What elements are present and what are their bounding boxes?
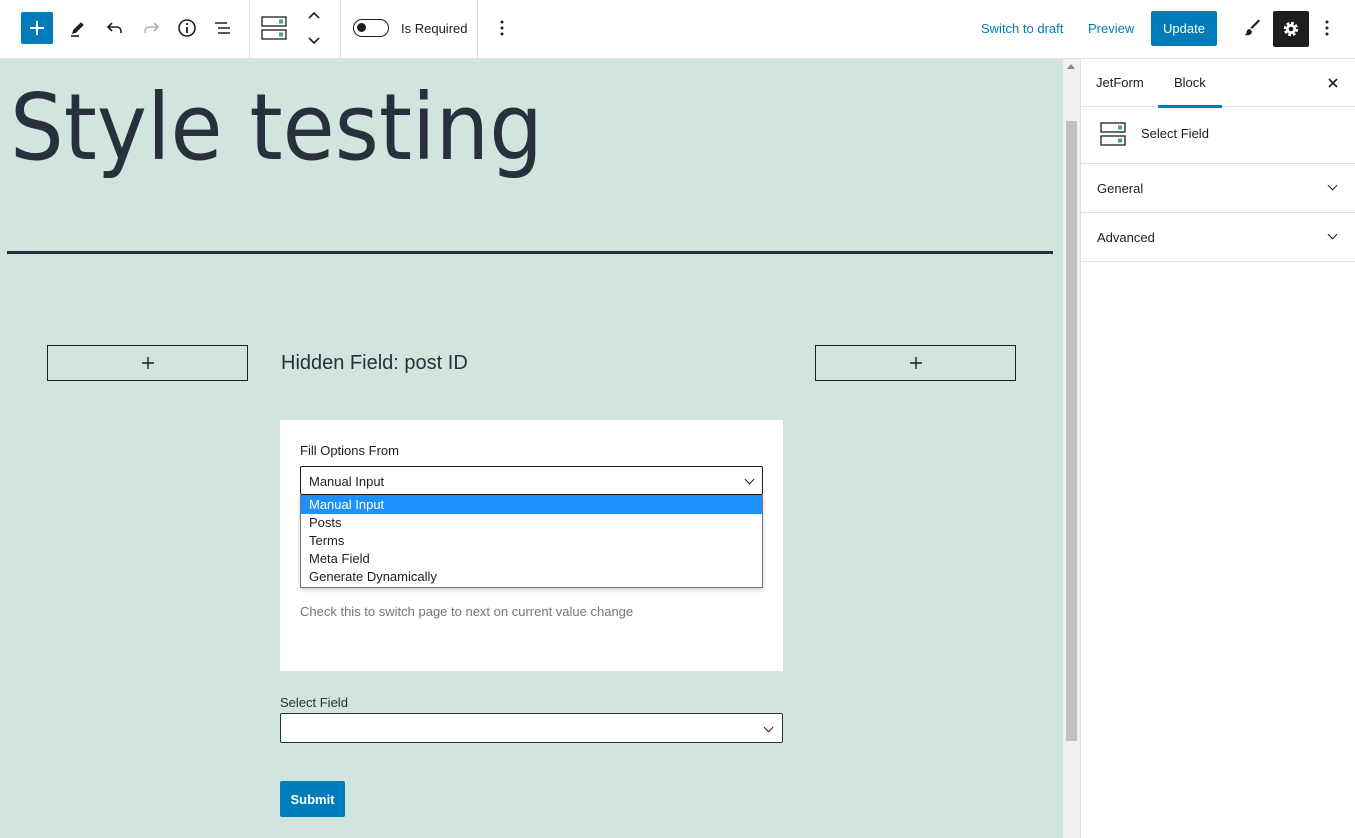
panel-general[interactable]: General xyxy=(1081,164,1355,213)
block-type-button[interactable] xyxy=(258,12,290,44)
editor-options-button[interactable] xyxy=(1317,14,1337,42)
toolbar-divider xyxy=(249,0,250,58)
close-sidebar-button[interactable] xyxy=(1325,75,1341,91)
pencil-icon xyxy=(71,22,84,37)
submit-button[interactable]: Submit xyxy=(280,781,345,817)
chevron-down-icon xyxy=(1327,180,1338,191)
brush-icon xyxy=(1244,19,1260,36)
separator xyxy=(7,251,1053,254)
canvas-scrollbar[interactable] xyxy=(1063,59,1080,838)
undo-icon xyxy=(106,22,122,33)
fill-options-label: Fill Options From xyxy=(300,443,399,458)
block-options-button[interactable] xyxy=(490,14,514,42)
move-down-button[interactable] xyxy=(304,31,324,51)
block-name: Select Field xyxy=(1141,126,1209,141)
tab-block[interactable]: Block xyxy=(1158,59,1222,108)
details-button[interactable] xyxy=(171,12,203,44)
panel-general-title: General xyxy=(1097,181,1144,196)
add-block-appender-left[interactable] xyxy=(47,345,248,381)
scroll-thumb[interactable] xyxy=(1066,121,1077,741)
styles-button[interactable] xyxy=(1237,12,1269,44)
sidebar-tabs: JetForm Block xyxy=(1081,59,1355,108)
tab-jetform[interactable]: JetForm xyxy=(1096,59,1144,107)
tools-button[interactable] xyxy=(62,12,94,44)
settings-button[interactable] xyxy=(1273,11,1309,47)
preview-button[interactable]: Preview xyxy=(1088,21,1134,36)
close-icon xyxy=(1328,78,1338,88)
hidden-field-label[interactable]: Hidden Field: post ID xyxy=(281,352,468,375)
panel-advanced-title: Advanced xyxy=(1097,230,1155,245)
list-view-icon xyxy=(215,22,230,34)
scroll-up-arrow[interactable] xyxy=(1067,64,1075,69)
settings-sidebar: JetForm Block Select Field General Advan… xyxy=(1080,59,1355,838)
is-required-label: Is Required xyxy=(401,21,468,36)
chevron-down-icon xyxy=(744,474,755,485)
fill-options-select[interactable]: Manual Input xyxy=(300,466,763,495)
plus-icon xyxy=(141,357,154,369)
editor-toolbar: Is Required Switch to draft Preview Upda… xyxy=(0,0,1355,59)
chevron-down-icon xyxy=(1327,229,1338,240)
option-manual-input[interactable]: Manual Input xyxy=(301,496,762,514)
redo-icon xyxy=(144,22,160,33)
option-posts[interactable]: Posts xyxy=(301,514,762,532)
option-terms[interactable]: Terms xyxy=(301,532,762,550)
undo-button[interactable] xyxy=(99,12,131,44)
chevron-up-icon xyxy=(308,11,320,19)
plus-icon xyxy=(909,357,922,369)
add-block-appender-right[interactable] xyxy=(815,345,1016,381)
page-title[interactable]: Style testing xyxy=(10,74,543,181)
block-card: Select Field xyxy=(1081,107,1355,164)
is-required-toggle[interactable] xyxy=(353,19,389,37)
chevron-down-icon xyxy=(763,722,774,733)
gear-icon xyxy=(1283,21,1299,37)
info-icon xyxy=(178,19,196,37)
option-meta-field[interactable]: Meta Field xyxy=(301,550,762,568)
option-generate-dynamically[interactable]: Generate Dynamically xyxy=(301,568,762,586)
panel-advanced[interactable]: Advanced xyxy=(1081,213,1355,262)
update-button[interactable]: Update xyxy=(1151,11,1217,46)
fill-options-value: Manual Input xyxy=(309,474,385,489)
switch-page-help-text: Check this to switch page to next on cur… xyxy=(300,604,634,619)
select-field-block-icon xyxy=(261,16,287,40)
more-vertical-icon xyxy=(500,20,504,36)
select-field-label: Select Field xyxy=(280,695,348,710)
toolbar-divider xyxy=(340,0,341,58)
redo-button[interactable] xyxy=(135,12,167,44)
chevron-down-icon xyxy=(308,37,320,45)
add-block-button[interactable] xyxy=(21,12,53,44)
move-up-button[interactable] xyxy=(304,5,324,25)
switch-to-draft-button[interactable]: Switch to draft xyxy=(981,21,1063,36)
editor-canvas: Style testing Hidden Field: post ID Fill… xyxy=(0,59,1063,838)
select-field-input[interactable] xyxy=(280,713,783,743)
list-view-button[interactable] xyxy=(207,12,239,44)
select-field-block-icon xyxy=(1100,122,1126,146)
more-vertical-icon xyxy=(1325,20,1329,36)
plus-icon xyxy=(30,21,44,35)
fill-options-dropdown: Manual Input Posts Terms Meta Field Gene… xyxy=(300,495,763,588)
toolbar-divider xyxy=(477,0,478,58)
